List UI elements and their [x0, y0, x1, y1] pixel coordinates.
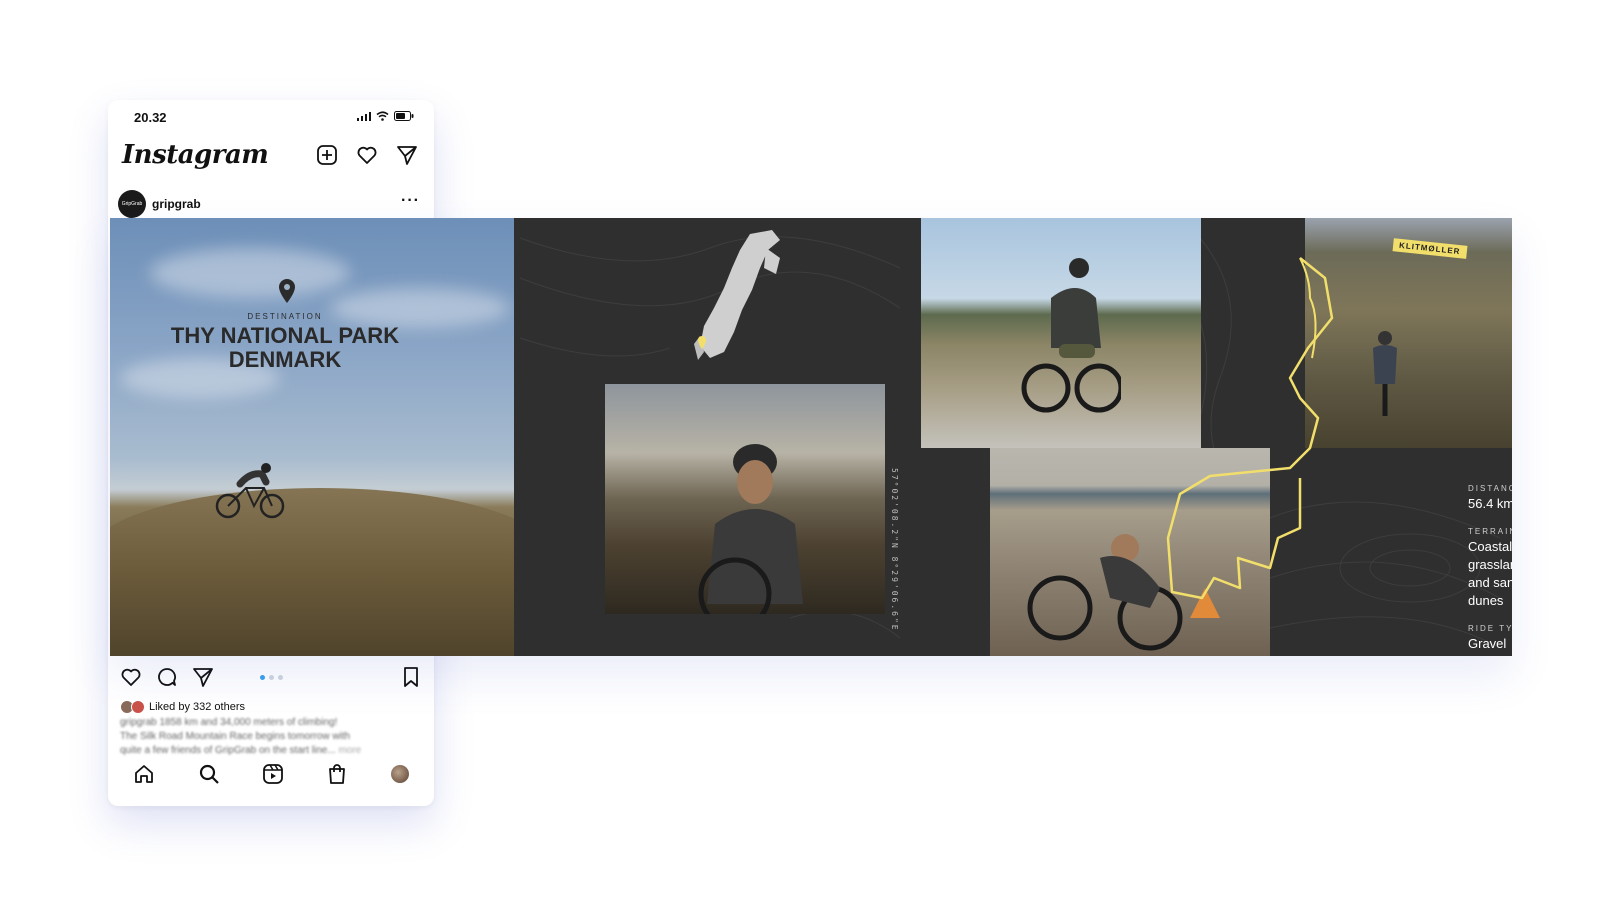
post-actions [108, 660, 434, 694]
carousel-spread[interactable]: DESTINATION THY NATIONAL PARK DENMARK 57… [110, 218, 1512, 656]
search-icon[interactable] [198, 763, 220, 785]
send-icon[interactable] [396, 144, 418, 166]
caption-line: gripgrab 1858 km and 34,000 meters of cl… [120, 717, 338, 728]
cover-slide: DESTINATION THY NATIONAL PARK DENMARK [110, 218, 514, 656]
header-actions [316, 144, 418, 166]
ride-stats: DISTANCE 56.4 km TERRAIN Coastal grassla… [1468, 476, 1512, 653]
app-header: Instagram [108, 134, 434, 184]
cloud [330, 288, 510, 328]
caption-line: The Silk Road Mountain Race begins tomor… [120, 731, 351, 742]
like-icon[interactable] [120, 666, 142, 688]
cloud [150, 248, 350, 298]
bottom-tab-bar [108, 748, 434, 800]
avatar[interactable]: GripGrab [118, 190, 146, 218]
share-icon[interactable] [192, 666, 214, 688]
wifi-icon [376, 111, 389, 121]
battery-icon [394, 111, 414, 121]
destination-label: DESTINATION [247, 312, 323, 321]
reels-icon[interactable] [262, 763, 284, 785]
scandinavia-map [694, 230, 780, 360]
post-username[interactable]: gripgrab [152, 197, 201, 211]
rider-figure [1021, 258, 1121, 413]
carousel-indicator [260, 675, 283, 680]
carousel-dot-active [260, 675, 265, 680]
status-icons [357, 111, 414, 121]
post-options-button[interactable]: ··· [401, 192, 420, 210]
cyclist-silhouette [215, 463, 285, 519]
signal-icon [357, 111, 371, 121]
rider-portrait-photo [605, 384, 885, 614]
carousel-dot [269, 675, 274, 680]
ride-type-label: RIDE TYPE [1468, 624, 1512, 633]
rider-figure [698, 444, 803, 614]
profile-avatar[interactable] [390, 765, 409, 783]
route-line [1166, 257, 1334, 600]
ride-type-value: Gravel [1468, 636, 1507, 651]
terrain-value: Coastal grasslands and sand dunes [1468, 539, 1512, 608]
status-bar: 20.32 [108, 100, 434, 134]
gps-coordinates: 57°02'08.2"N 8°29'06.6"E [890, 468, 899, 632]
carousel-dot [278, 675, 283, 680]
likes-row: Liked by 332 others [120, 700, 245, 714]
instagram-logo[interactable]: Instagram [122, 140, 269, 170]
dune-hill [110, 488, 514, 656]
comment-icon[interactable] [156, 666, 178, 688]
liker-avatar [131, 700, 145, 714]
distance-value: 56.4 km [1468, 496, 1512, 511]
heart-icon[interactable] [356, 144, 378, 166]
new-post-icon[interactable] [316, 144, 338, 166]
post-action-group [120, 666, 214, 688]
likes-text[interactable]: Liked by 332 others [149, 701, 245, 713]
shop-icon[interactable] [326, 763, 348, 785]
distance-label: DISTANCE [1468, 484, 1512, 493]
home-icon[interactable] [133, 763, 155, 785]
terrain-label: TERRAIN [1468, 527, 1512, 536]
status-time: 20.32 [134, 110, 167, 125]
bookmark-icon[interactable] [402, 666, 420, 688]
location-pin-icon [279, 279, 295, 303]
destination-title: THY NATIONAL PARK DENMARK [170, 323, 400, 372]
